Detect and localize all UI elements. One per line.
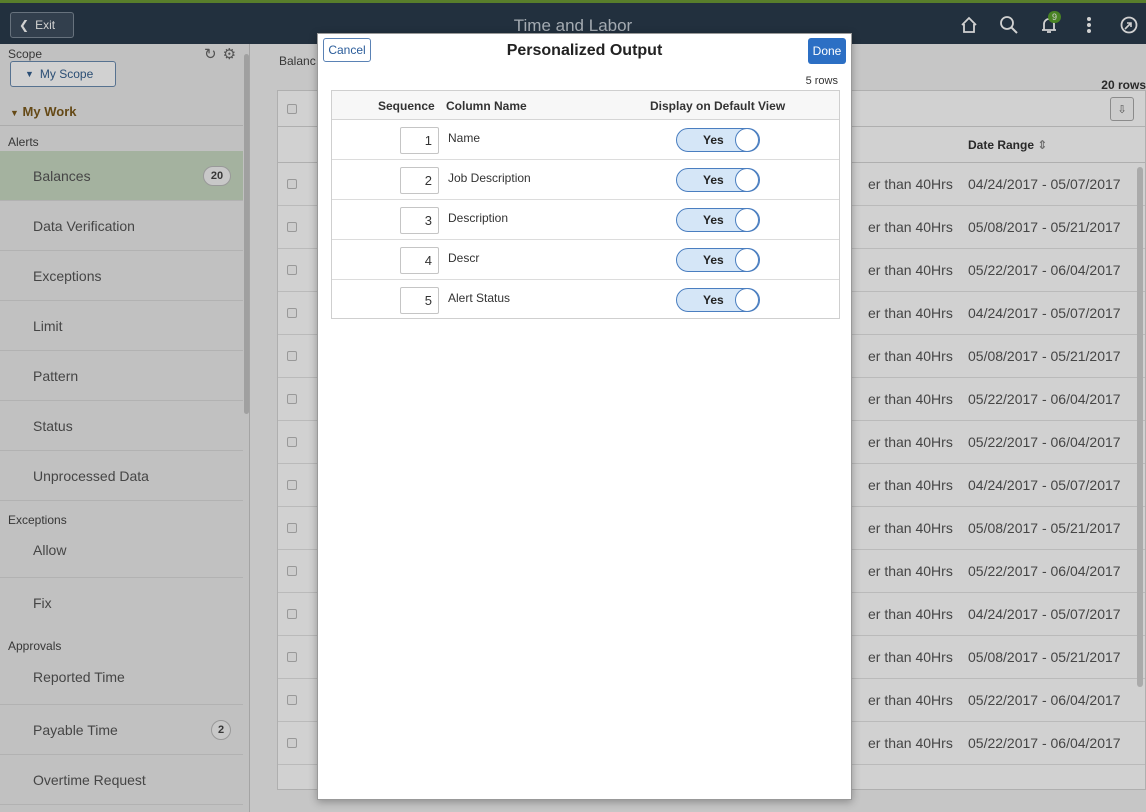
- toggle-knob: [735, 208, 759, 232]
- sequence-input[interactable]: 5: [400, 287, 439, 314]
- sequence-input[interactable]: 3: [400, 207, 439, 234]
- display-toggle[interactable]: Yes: [676, 208, 760, 232]
- table-row: 3 Description Yes: [332, 200, 839, 240]
- toggle-knob: [735, 248, 759, 272]
- table-row: 1 Name Yes: [332, 120, 839, 160]
- table-row: 2 Job Description Yes: [332, 160, 839, 200]
- sequence-input[interactable]: 4: [400, 247, 439, 274]
- toggle-knob: [735, 168, 759, 192]
- display-toggle[interactable]: Yes: [676, 288, 760, 312]
- toggle-label: Yes: [703, 173, 724, 187]
- sequence-input[interactable]: 1: [400, 127, 439, 154]
- toggle-label: Yes: [703, 213, 724, 227]
- row-count: 5 rows: [805, 75, 838, 87]
- display-toggle[interactable]: Yes: [676, 168, 760, 192]
- toggle-label: Yes: [703, 293, 724, 307]
- toggle-label: Yes: [703, 253, 724, 267]
- columns-table: Sequence Column Name Display on Default …: [331, 90, 840, 319]
- personalized-output-dialog: Cancel Personalized Output Done 5 rows S…: [317, 33, 852, 800]
- table-row: 4 Descr Yes: [332, 240, 839, 280]
- toggle-label: Yes: [703, 133, 724, 147]
- display-header: Display on Default View: [650, 99, 786, 113]
- column-name: Description: [448, 211, 509, 225]
- table-row: 5 Alert Status Yes: [332, 280, 839, 320]
- sequence-header: Sequence: [378, 99, 435, 113]
- column-name: Name: [448, 131, 481, 145]
- dialog-title: Personalized Output: [506, 42, 663, 59]
- toggle-knob: [735, 288, 759, 312]
- display-toggle[interactable]: Yes: [676, 128, 760, 152]
- done-button[interactable]: Done: [808, 38, 846, 64]
- toggle-knob: [735, 128, 759, 152]
- column-name: Alert Status: [448, 291, 511, 305]
- column-name: Descr: [448, 251, 480, 265]
- column-name: Job Description: [448, 171, 531, 185]
- sequence-input[interactable]: 2: [400, 167, 439, 194]
- table-header: Sequence Column Name Display on Default …: [332, 91, 839, 120]
- display-toggle[interactable]: Yes: [676, 248, 760, 272]
- column-name-header: Column Name: [446, 99, 527, 113]
